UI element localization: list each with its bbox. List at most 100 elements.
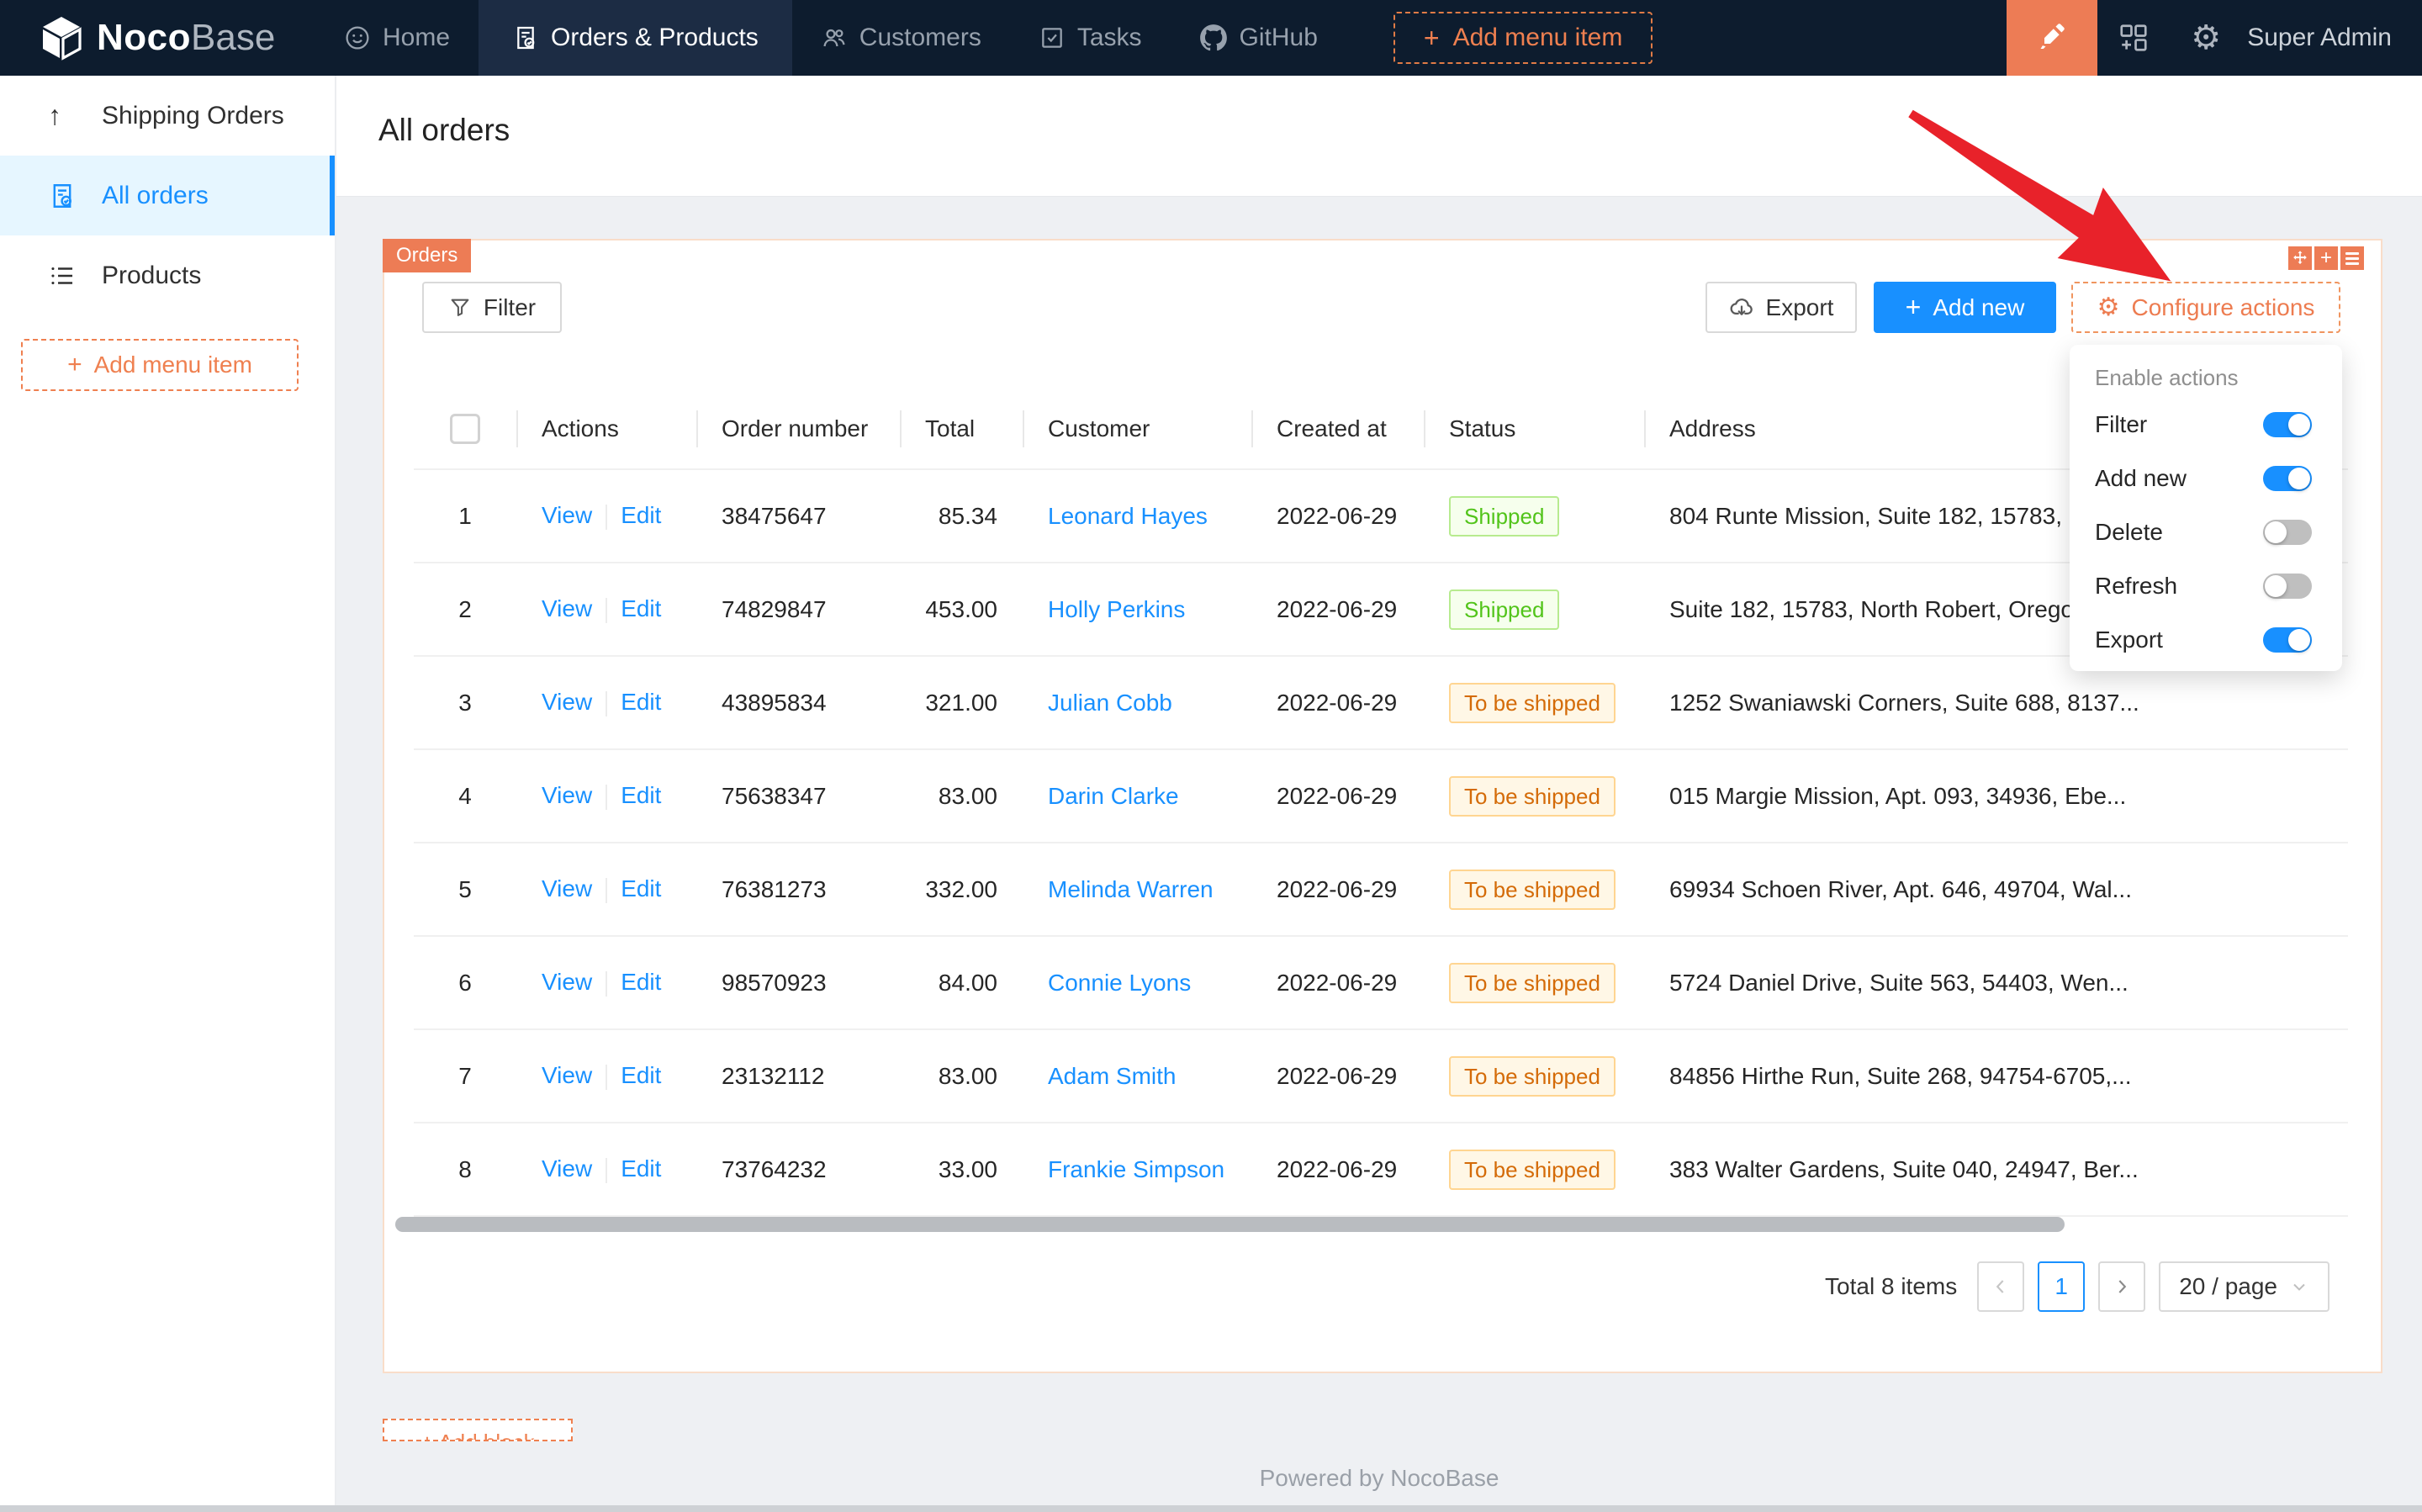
nav-tab-label: Tasks [1077,24,1142,52]
pagination-total: Total 8 items [1825,1273,1957,1300]
brand-light: Base [191,17,275,59]
nocobase-logo[interactable]: NocoBase [38,14,315,61]
export-toggle[interactable] [2263,627,2312,653]
customer-link[interactable]: Frankie Simpson [1048,1156,1224,1182]
customer-link[interactable]: Darin Clarke [1048,783,1179,809]
col-header-total: Total [900,389,1023,469]
col-header-status: Status [1424,389,1644,469]
powered-by-footer: Powered by NocoBase [336,1465,2422,1492]
pagination-page-1[interactable]: 1 [2038,1261,2085,1312]
table-row: 3 ViewEdit 43895834 321.00 Julian Cobb 2… [414,656,2348,749]
select-all-checkbox[interactable] [450,414,480,444]
file-done-icon [48,182,102,210]
view-link[interactable]: View [542,969,592,995]
navbar-add-menu-item-button[interactable]: + Add menu item [1393,12,1653,64]
nav-tab-tasks[interactable]: Tasks [1010,0,1171,76]
toggle-row-export[interactable]: Export [2070,613,2342,667]
nav-tab-orders-products[interactable]: Orders & Products [479,0,792,76]
block-designer-tag[interactable]: Orders [383,239,471,272]
ui-editor-button[interactable] [2007,0,2097,76]
view-link[interactable]: View [542,1062,592,1088]
refresh-toggle[interactable] [2263,574,2312,599]
list-icon [48,262,102,290]
gear-icon: ⚙ [2097,295,2120,320]
toggle-row-add-new[interactable]: Add new [2070,452,2342,505]
delete-toggle[interactable] [2263,520,2312,545]
brand-bold: Noco [97,17,191,59]
plugins-grid-icon[interactable] [2097,0,2170,76]
nav-tab-label: GitHub [1240,24,1318,52]
window-scrollbar-strip[interactable] [0,1505,2422,1512]
plus-icon: + [1906,292,1922,323]
customer-link[interactable]: Holly Perkins [1048,596,1185,622]
drag-move-icon[interactable] [2288,246,2312,270]
highlighter-icon [2037,21,2067,56]
filter-toggle[interactable] [2263,412,2312,437]
status-badge: To be shipped [1449,1150,1616,1190]
toggle-row-refresh[interactable]: Refresh [2070,559,2342,613]
top-navbar: NocoBase Home Orders & Products [0,0,2422,76]
pagination-next-button[interactable] [2098,1261,2145,1312]
view-link[interactable]: View [542,502,592,528]
filter-button[interactable]: Filter [422,282,562,333]
edit-link[interactable]: Edit [621,969,661,995]
chevron-left-icon [1990,1276,2012,1298]
edit-link[interactable]: Edit [621,875,661,901]
edit-link[interactable]: Edit [621,1062,661,1088]
view-link[interactable]: View [542,689,592,715]
add-new-toggle[interactable] [2263,466,2312,491]
check-square-icon [1039,24,1066,51]
dropdown-title: Enable actions [2070,345,2342,398]
nav-tab-home[interactable]: Home [315,0,479,76]
view-link[interactable]: View [542,595,592,621]
configure-actions-button[interactable]: ⚙ Configure actions [2071,282,2340,333]
cloud-download-icon [1729,295,1754,320]
settings-gear-icon[interactable]: ⚙ [2170,0,2242,76]
sidebar-add-menu-item-button[interactable]: + Add menu item [21,339,299,391]
view-link[interactable]: View [542,782,592,808]
col-header-actions: Actions [516,389,696,469]
customer-link[interactable]: Leonard Hayes [1048,503,1208,529]
page-size-select[interactable]: 20 / page [2159,1261,2329,1312]
orders-table: Actions Order number Total Customer Crea… [414,389,2348,1217]
toggle-row-filter[interactable]: Filter [2070,398,2342,452]
customer-link[interactable]: Julian Cobb [1048,690,1172,716]
edit-link[interactable]: Edit [621,502,661,528]
add-new-button[interactable]: + Add new [1874,282,2056,333]
status-badge: Shipped [1449,589,1559,630]
file-check-icon [512,24,539,51]
sidebar-item-all-orders[interactable]: All orders [0,156,335,235]
export-button[interactable]: Export [1705,282,1857,333]
sidebar-item-products[interactable]: Products [0,235,335,315]
add-block-button[interactable]: + Add block [383,1419,573,1441]
status-badge: To be shipped [1449,1056,1616,1097]
edit-link[interactable]: Edit [621,782,661,808]
nav-tab-label: Customers [859,24,981,52]
customer-link[interactable]: Adam Smith [1048,1063,1177,1089]
logo-cube-icon [38,14,85,61]
edit-link[interactable]: Edit [621,595,661,621]
customer-link[interactable]: Melinda Warren [1048,876,1214,902]
nav-tab-customers[interactable]: Customers [792,0,1010,76]
block-menu-icon[interactable] [2340,246,2364,270]
toggle-row-delete[interactable]: Delete [2070,505,2342,559]
table-row: 7 ViewEdit 23132112 83.00 Adam Smith 202… [414,1029,2348,1123]
plus-icon: + [67,351,82,379]
funnel-icon [448,296,472,320]
edit-link[interactable]: Edit [621,689,661,715]
team-icon [821,24,848,51]
nav-tab-github[interactable]: GitHub [1171,0,1346,76]
view-link[interactable]: View [542,1155,592,1182]
block-designer-toolbar: + [2288,246,2364,270]
table-header-row: Actions Order number Total Customer Crea… [414,389,2348,469]
plus-icon: + [1424,23,1440,54]
customer-link[interactable]: Connie Lyons [1048,970,1191,996]
sidebar-item-shipping-orders[interactable]: ↑ Shipping Orders [0,76,335,156]
user-menu[interactable]: Super Admin [2247,24,2392,52]
edit-link[interactable]: Edit [621,1155,661,1182]
pagination-prev-button[interactable] [1977,1261,2024,1312]
status-badge: Shipped [1449,496,1559,537]
view-link[interactable]: View [542,875,592,901]
add-block-plus-icon[interactable]: + [2314,246,2338,270]
horizontal-scrollbar-thumb[interactable] [395,1217,2065,1232]
